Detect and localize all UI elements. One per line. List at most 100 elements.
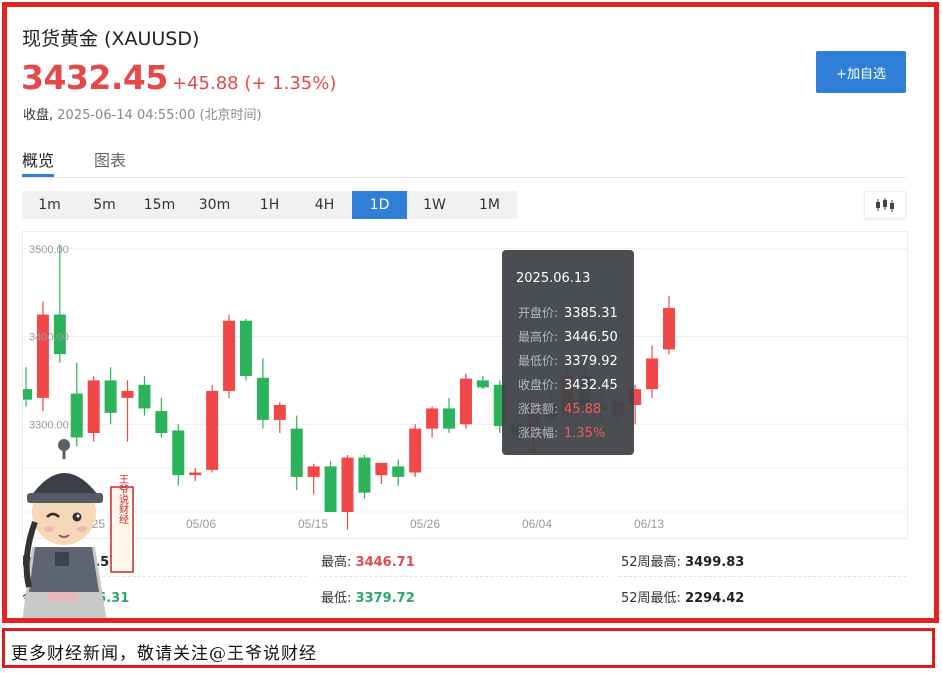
price-chart[interactable]: 3500.003400.003300.0004/2505/0605/1505/2… — [20, 231, 908, 539]
tab-overview[interactable]: 概览 — [22, 147, 55, 177]
tooltip-value: 3432.45 — [564, 378, 618, 393]
price-change: +45.88 (+ 1.35%) — [172, 73, 337, 94]
y-tick-label: 3500.00 — [29, 244, 69, 256]
week52-low-stat: 52周最低: 2294.42 — [621, 587, 744, 606]
week52-low-label: 52周最低: — [621, 591, 681, 606]
candle[interactable] — [290, 415, 303, 491]
candle-body — [646, 358, 659, 390]
week52-high-label: 52周最高: — [621, 555, 681, 570]
market-status: 收盘, 2025-06-14 04:55:00 (北京时间) — [23, 104, 262, 123]
interval-15m[interactable]: 15m — [132, 191, 187, 219]
low-stat: 最低: 3379.72 — [321, 587, 415, 606]
candle[interactable] — [409, 424, 422, 477]
svg-text:王爷说财经: 王爷说财经 — [117, 474, 129, 524]
tooltip-row: 最低价: 3379.92 — [518, 352, 618, 369]
interval-30m[interactable]: 30m — [187, 191, 242, 219]
tooltip-value: 1.35% — [564, 426, 606, 441]
candle[interactable] — [53, 244, 66, 363]
candle[interactable] — [307, 463, 320, 495]
candle-body — [426, 408, 439, 429]
candle[interactable] — [155, 397, 168, 438]
interval-5m[interactable]: 5m — [77, 191, 132, 219]
candle-body — [239, 320, 252, 376]
add-to-watchlist-button[interactable]: +加自选 — [816, 51, 906, 93]
candle[interactable] — [189, 468, 202, 482]
candle-body — [155, 411, 168, 434]
candle-body — [341, 457, 354, 512]
candle[interactable] — [646, 345, 659, 398]
candle[interactable] — [375, 462, 388, 484]
candle-body — [36, 314, 49, 398]
candle-body — [324, 466, 337, 512]
candle-body — [375, 462, 388, 476]
candle[interactable] — [138, 376, 151, 416]
candle[interactable] — [273, 402, 286, 434]
candle-body — [459, 378, 472, 425]
footer-banner: 更多财经新闻，敬请关注@王爷说财经 — [2, 628, 935, 668]
interval-1m[interactable]: 1m — [22, 191, 77, 219]
low-value: 3379.72 — [355, 591, 415, 606]
candle[interactable] — [392, 459, 405, 486]
interval-4h[interactable]: 4H — [297, 191, 352, 219]
candle[interactable] — [206, 384, 219, 473]
high-stat: 最高: 3446.71 — [321, 551, 415, 570]
tooltip-label: 最高价: — [518, 330, 559, 344]
candle[interactable] — [36, 301, 49, 412]
candle[interactable] — [358, 454, 371, 499]
tooltip-label: 开盘价: — [518, 306, 559, 320]
candle-body — [104, 380, 117, 413]
tab-bar: 概览 图表 — [22, 147, 906, 178]
tooltip-row: 涨跌幅: 1.35% — [518, 424, 605, 441]
candle-body — [290, 428, 303, 477]
interval-1w[interactable]: 1W — [407, 191, 462, 219]
week52-high-value: 3499.83 — [685, 555, 745, 570]
candle-body — [172, 430, 185, 476]
candle-body — [476, 380, 489, 388]
candle-body — [223, 320, 236, 391]
high-label: 最高: — [321, 555, 352, 570]
low-label: 最低: — [321, 591, 352, 606]
candle[interactable] — [256, 358, 269, 429]
candle-body — [273, 404, 286, 420]
interval-1m[interactable]: 1M — [462, 191, 517, 219]
candle[interactable] — [341, 454, 354, 530]
tooltip-label: 涨跌幅: — [518, 426, 559, 440]
candle-body — [409, 428, 422, 473]
candlestick-chart: 3500.003400.003300.0004/2505/0605/1505/2… — [20, 244, 907, 531]
candle[interactable] — [476, 376, 489, 390]
candle-body — [663, 308, 675, 350]
candle[interactable] — [459, 373, 472, 429]
tooltip-row: 涨跌额: 45.88 — [518, 400, 601, 417]
candle-body — [20, 389, 32, 400]
candle-body — [121, 390, 134, 398]
x-tick-label: 06/13 — [634, 517, 664, 531]
tooltip-value: 3379.92 — [564, 354, 618, 369]
candle[interactable] — [104, 367, 117, 425]
candle[interactable] — [426, 406, 439, 438]
tooltip-value: 45.88 — [564, 402, 602, 417]
interval-1h[interactable]: 1H — [242, 191, 297, 219]
tooltip-date: 2025.06.13 — [516, 271, 591, 286]
mascot-illustration: 王爷说财经 — [22, 439, 134, 618]
x-tick-label: 05/06 — [186, 517, 216, 531]
candle[interactable] — [172, 424, 185, 486]
tab-chart[interactable]: 图表 — [94, 147, 126, 171]
tooltip-label: 最低价: — [518, 354, 559, 368]
quote-panel: 现货黄金 (XAUUSD) 3432.45 +45.88 (+ 1.35%) 收… — [2, 2, 939, 623]
instrument-title: 现货黄金 (XAUUSD) — [22, 28, 200, 50]
candle[interactable] — [443, 397, 456, 434]
candle-body — [87, 380, 100, 434]
candle[interactable] — [20, 367, 32, 407]
candle[interactable] — [223, 314, 236, 398]
candle-body — [189, 472, 202, 476]
candle-body — [307, 466, 320, 477]
tooltip-value: 3446.50 — [564, 330, 618, 345]
tooltip-row: 最高价: 3446.50 — [518, 328, 618, 345]
candle[interactable] — [663, 295, 675, 355]
status-label: 收盘, — [23, 108, 54, 123]
candle[interactable] — [239, 318, 252, 381]
tooltip-label: 收盘价: — [518, 378, 559, 392]
candle[interactable] — [324, 461, 337, 512]
interval-1d[interactable]: 1D — [352, 191, 407, 219]
chart-type-button[interactable] — [864, 191, 906, 219]
